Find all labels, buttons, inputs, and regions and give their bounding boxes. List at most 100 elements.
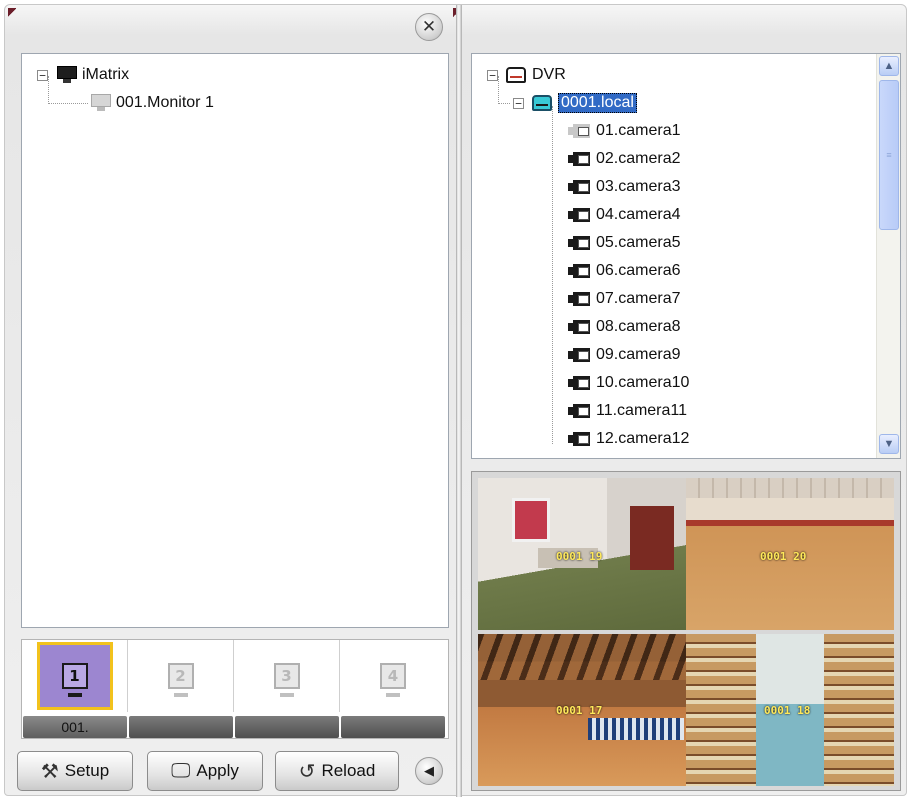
camera-label: 11.camera11 bbox=[596, 402, 688, 419]
collapse-panel-button[interactable]: ◀ bbox=[415, 757, 443, 785]
reload-button-label: Reload bbox=[321, 761, 376, 780]
scrollbar-thumb[interactable]: ≡ bbox=[879, 80, 899, 230]
tree-node-imatrix[interactable]: − iMatrix bbox=[37, 64, 129, 86]
setup-button[interactable]: ⚒ Setup bbox=[17, 751, 133, 791]
close-button[interactable]: ✕ bbox=[415, 13, 443, 41]
scroll-down-icon[interactable]: ▼ bbox=[879, 434, 899, 454]
collapse-expander-icon[interactable]: − bbox=[513, 97, 524, 109]
dvr-icon bbox=[506, 67, 526, 83]
camera-item-10[interactable]: 10.camera10 bbox=[568, 372, 689, 394]
camera-item-5[interactable]: 05.camera5 bbox=[568, 232, 681, 254]
camera-label: 12.camera12 bbox=[596, 430, 690, 447]
monitor-number-icon: 2 bbox=[167, 663, 194, 697]
camera-icon bbox=[568, 348, 590, 362]
camera-label: 08.camera8 bbox=[596, 318, 681, 335]
camera-icon bbox=[568, 376, 590, 390]
video-preview-grid: 0001 19 0001 20 0001 17 0001 18 bbox=[471, 471, 901, 791]
classroom-shelf bbox=[630, 506, 674, 570]
monitor-icon bbox=[90, 94, 112, 112]
tree-line bbox=[498, 103, 510, 104]
tree-node-label: iMatrix bbox=[82, 66, 130, 83]
arena-roof bbox=[478, 634, 686, 680]
monitor-number-icon: 3 bbox=[273, 663, 300, 697]
imatrix-window: ✕ − iMatrix 001.Monitor 1 1 2 3 4 001. ⚒… bbox=[4, 4, 907, 797]
reload-icon: ↺ bbox=[298, 760, 316, 783]
camera-icon bbox=[568, 236, 590, 250]
camera-label: 03.camera3 bbox=[596, 178, 681, 195]
tree-node-monitor-1[interactable]: 001.Monitor 1 bbox=[90, 92, 214, 114]
camera-icon bbox=[568, 404, 590, 418]
tree-scrollbar[interactable]: ▲ ≡ ▼ bbox=[876, 54, 900, 458]
camera-icon bbox=[568, 264, 590, 278]
classroom-board bbox=[512, 498, 550, 542]
video-cell-4[interactable]: 0001 18 bbox=[686, 634, 894, 786]
camera-item-9[interactable]: 09.camera9 bbox=[568, 344, 681, 366]
camera-label: 06.camera6 bbox=[596, 262, 681, 279]
monitor-icon bbox=[56, 66, 78, 84]
library-shelf-left bbox=[686, 634, 756, 786]
tree-node-label: 0001.local bbox=[558, 93, 637, 113]
monitor-tile-label bbox=[341, 716, 445, 738]
collapse-expander-icon[interactable]: − bbox=[487, 69, 498, 81]
apply-button[interactable]: 🖵 Apply bbox=[147, 751, 263, 791]
tree-node-label: 001.Monitor 1 bbox=[116, 94, 214, 111]
camera-label: 01.camera1 bbox=[596, 122, 681, 139]
camera-label: 05.camera5 bbox=[596, 234, 681, 251]
camera-icon bbox=[568, 180, 590, 194]
monitor-tile-3[interactable]: 3 bbox=[234, 640, 340, 712]
reload-button[interactable]: ↺ Reload bbox=[275, 751, 399, 791]
video-cell-3[interactable]: 0001 17 bbox=[478, 634, 686, 786]
monitor-tree: − iMatrix 001.Monitor 1 bbox=[21, 53, 449, 628]
video-channel-label: 0001 18 bbox=[764, 704, 811, 717]
monitor-tile-label bbox=[235, 716, 339, 738]
arena-seats bbox=[588, 718, 684, 740]
monitor-tiles: 1 2 3 4 001. bbox=[21, 639, 449, 739]
camera-icon bbox=[568, 124, 590, 138]
panel-splitter[interactable] bbox=[456, 5, 462, 797]
tree-line bbox=[48, 103, 88, 104]
monitor-check-icon: 🖵 bbox=[171, 759, 191, 782]
camera-icon bbox=[568, 208, 590, 222]
camera-item-2[interactable]: 02.camera2 bbox=[568, 148, 681, 170]
tree-node-dvr[interactable]: − DVR bbox=[487, 64, 566, 86]
tree-node-0001-local[interactable]: − 0001.local bbox=[513, 92, 637, 114]
monitor-tile-2[interactable]: 2 bbox=[128, 640, 234, 712]
monitor-number-icon: 1 bbox=[61, 663, 88, 697]
camera-icon bbox=[568, 292, 590, 306]
camera-label: 09.camera9 bbox=[596, 346, 681, 363]
camera-icon bbox=[568, 320, 590, 334]
gym-ceiling bbox=[686, 478, 894, 498]
camera-item-1[interactable]: 01.camera1 bbox=[568, 120, 681, 142]
monitor-tile-label bbox=[129, 716, 233, 738]
video-cell-2[interactable]: 0001 20 bbox=[686, 478, 894, 630]
monitor-tile-1[interactable]: 1 bbox=[22, 640, 128, 712]
setup-button-label: Setup bbox=[64, 761, 110, 780]
camera-icon bbox=[568, 432, 590, 446]
tree-line bbox=[552, 106, 553, 444]
camera-item-6[interactable]: 06.camera6 bbox=[568, 260, 681, 282]
corner-decoration bbox=[8, 8, 16, 20]
chevron-left-icon: ◀ bbox=[424, 763, 434, 778]
video-channel-label: 0001 17 bbox=[556, 704, 603, 717]
tree-node-label: DVR bbox=[532, 66, 566, 83]
camera-label: 10.camera10 bbox=[596, 374, 690, 391]
camera-item-7[interactable]: 07.camera7 bbox=[568, 288, 681, 310]
library-shelf-right bbox=[824, 634, 894, 786]
camera-item-12[interactable]: 12.camera12 bbox=[568, 428, 689, 450]
apply-button-label: Apply bbox=[196, 761, 239, 780]
camera-label: 07.camera7 bbox=[596, 290, 681, 307]
camera-item-4[interactable]: 04.camera4 bbox=[568, 204, 681, 226]
video-cell-1[interactable]: 0001 19 bbox=[478, 478, 686, 630]
scroll-up-icon[interactable]: ▲ bbox=[879, 56, 899, 76]
dvr-icon bbox=[532, 95, 552, 111]
camera-label: 02.camera2 bbox=[596, 150, 681, 167]
tools-icon: ⚒ bbox=[40, 760, 59, 783]
monitor-tile-4[interactable]: 4 bbox=[340, 640, 446, 712]
monitor-number-icon: 4 bbox=[380, 663, 406, 697]
camera-item-11[interactable]: 11.camera11 bbox=[568, 400, 687, 422]
camera-item-8[interactable]: 08.camera8 bbox=[568, 316, 681, 338]
collapse-expander-icon[interactable]: − bbox=[37, 69, 48, 81]
camera-item-3[interactable]: 03.camera3 bbox=[568, 176, 681, 198]
dvr-tree: − DVR − 0001.local 01.camera1 02.camera2… bbox=[471, 53, 901, 459]
camera-label: 04.camera4 bbox=[596, 206, 681, 223]
